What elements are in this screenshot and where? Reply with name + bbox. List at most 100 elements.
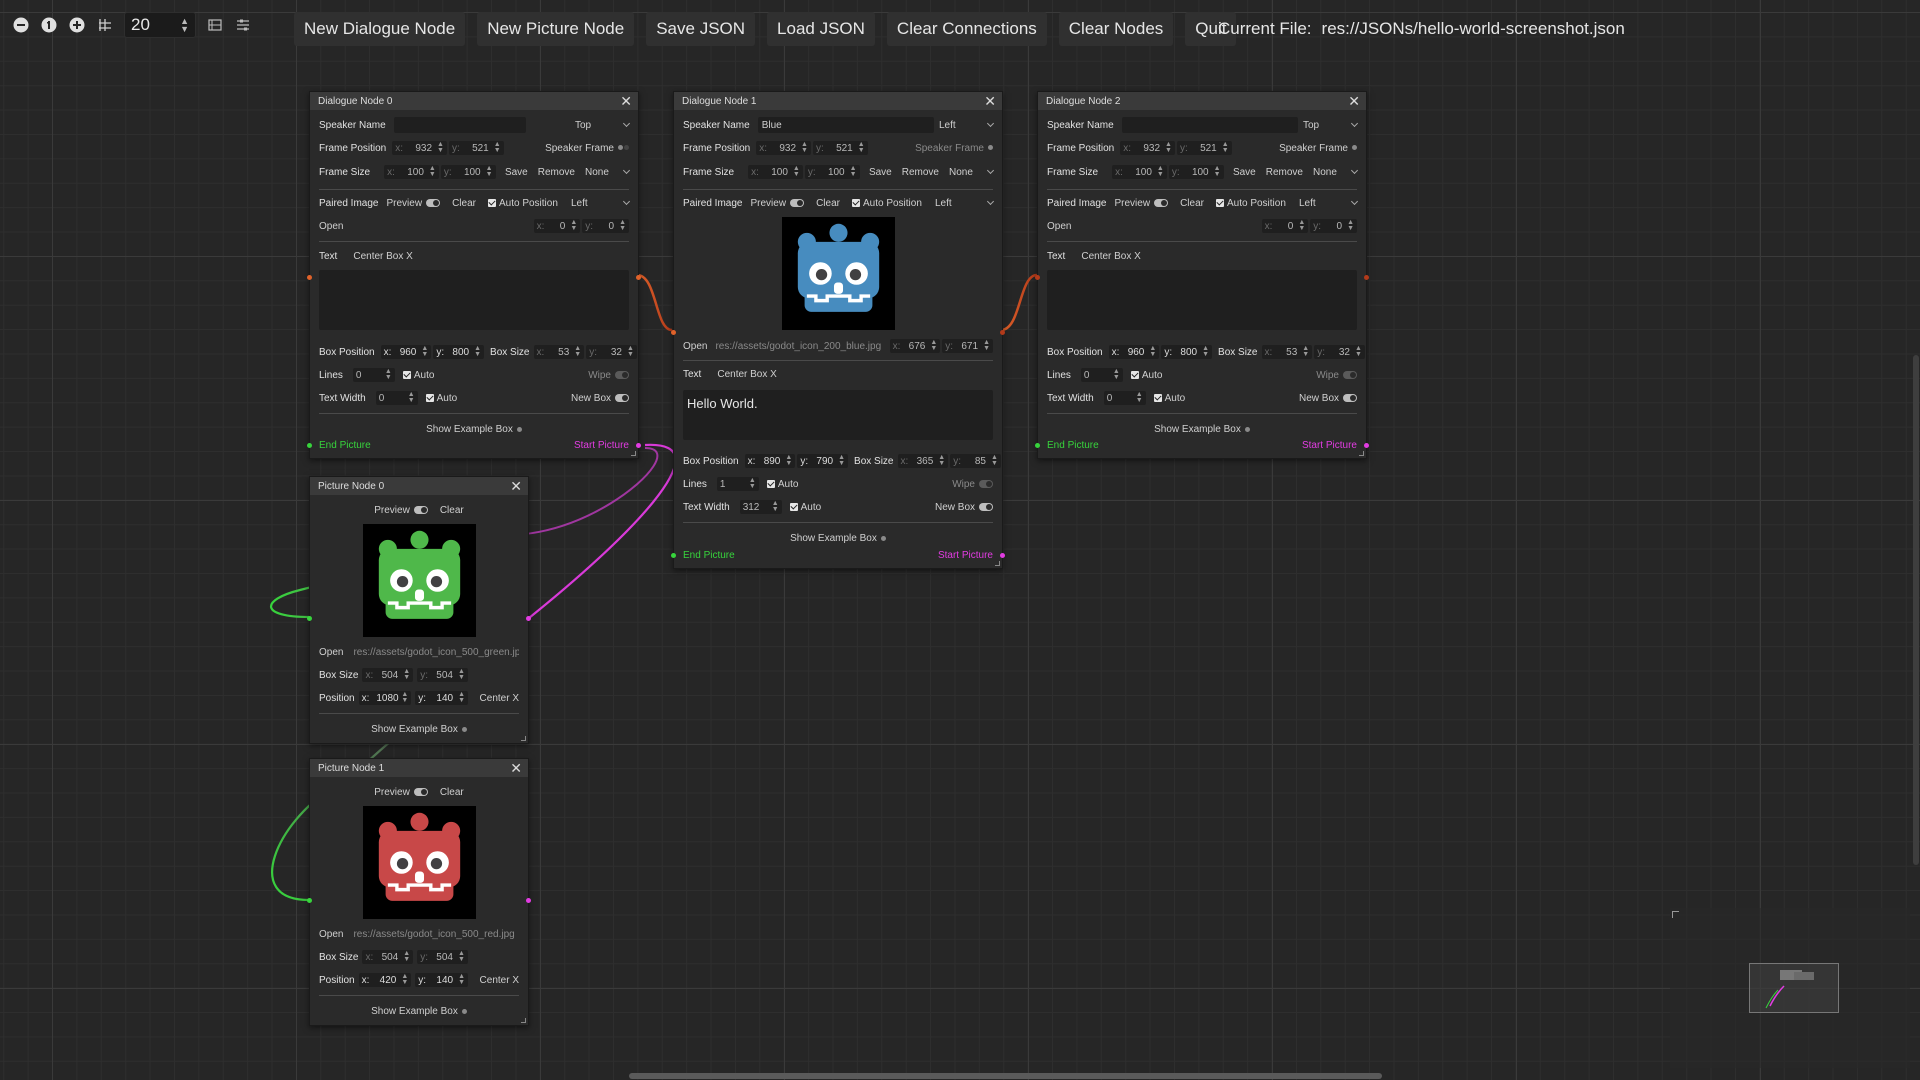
spin-arrows-icon[interactable]: ▲ ▼: [429, 165, 436, 178]
frame-w-spinbox[interactable]: x: 100 ▲ ▼: [748, 165, 803, 179]
text-width-spinbox[interactable]: 0 ▲ ▼: [375, 391, 418, 405]
spin-arrows-icon[interactable]: ▲ ▼: [930, 339, 937, 352]
spin-arrows-icon[interactable]: ▲ ▼: [408, 391, 415, 404]
frame-h-spinbox[interactable]: y: 100 ▲ ▼: [440, 165, 496, 179]
picture-input-port[interactable]: [307, 898, 312, 903]
frame-dropdown[interactable]: None: [1313, 167, 1359, 178]
frame-y-spinbox[interactable]: y: 521 ▲ ▼: [448, 141, 504, 155]
resize-handle[interactable]: [1359, 451, 1364, 456]
spin-arrows-icon[interactable]: ▲ ▼: [1222, 141, 1229, 154]
speaker-frame-toggle[interactable]: Speaker Frame: [545, 143, 629, 154]
spin-arrows-icon[interactable]: ▲ ▼: [858, 141, 865, 154]
center-box-x-toggle[interactable]: Center Box X: [1081, 251, 1140, 262]
picture-output-port[interactable]: [526, 898, 531, 903]
spin-arrows-icon[interactable]: ▲ ▼: [1149, 345, 1156, 358]
spin-arrows-icon[interactable]: ▲ ▼: [180, 17, 189, 34]
box-w-spinbox[interactable]: x: 53 ▲ ▼: [1261, 345, 1313, 359]
save-json-button[interactable]: Save JSON: [646, 12, 756, 46]
box-y-spinbox[interactable]: y: 790 ▲ ▼: [797, 454, 849, 468]
clear-connections-button[interactable]: Clear Connections: [886, 12, 1047, 46]
spin-arrows-icon[interactable]: ▲ ▼: [458, 668, 465, 681]
image-align-dropdown[interactable]: Left: [935, 198, 995, 209]
preview-toggle[interactable]: [426, 199, 441, 207]
spin-arrows-icon[interactable]: ▲ ▼: [385, 368, 392, 381]
start-picture-port[interactable]: [636, 443, 641, 448]
picture-node-0[interactable]: Picture Node 0 ✕ Preview Clear Open res:…: [307, 476, 531, 744]
text-width-auto-checkbox[interactable]: Auto: [1153, 393, 1185, 404]
frame-dropdown[interactable]: None: [585, 167, 631, 178]
text-width-spinbox[interactable]: 0 ▲ ▼: [1103, 391, 1146, 405]
open-image-button[interactable]: Open: [319, 221, 343, 232]
lines-spinbox[interactable]: 0 ▲ ▼: [1080, 368, 1123, 382]
pos-y-spinbox[interactable]: y: 140 ▲ ▼: [415, 691, 469, 705]
new-box-toggle[interactable]: [979, 503, 993, 511]
end-picture-port[interactable]: [307, 443, 312, 448]
start-picture-port[interactable]: [1364, 443, 1369, 448]
spin-arrows-icon[interactable]: ▲ ▼: [793, 165, 800, 178]
box-y-spinbox[interactable]: y: 800 ▲ ▼: [1161, 345, 1213, 359]
close-icon[interactable]: ✕: [620, 94, 632, 108]
frame-save-button[interactable]: Save: [1233, 167, 1256, 178]
spin-arrows-icon[interactable]: ▲ ▼: [772, 500, 779, 513]
auto-position-checkbox[interactable]: Auto Position: [1215, 198, 1286, 209]
speaker-side-dropdown[interactable]: Left: [939, 120, 995, 131]
wipe-toggle[interactable]: [1343, 371, 1357, 379]
center-box-x-toggle[interactable]: Center Box X: [353, 251, 412, 262]
start-picture-port[interactable]: [1000, 553, 1005, 558]
text-width-spinbox[interactable]: 312 ▲ ▼: [739, 500, 782, 514]
spin-arrows-icon[interactable]: ▲ ▼: [801, 141, 808, 154]
end-picture-port[interactable]: [1035, 443, 1040, 448]
lines-spinbox[interactable]: 0 ▲ ▼: [352, 368, 395, 382]
vertical-scrollbar[interactable]: [1913, 355, 1919, 865]
node-titlebar[interactable]: Picture Node 1 ✕: [310, 759, 528, 777]
frame-dropdown[interactable]: None: [949, 167, 995, 178]
spin-arrows-icon[interactable]: ▲ ▼: [838, 454, 845, 467]
open-image-button[interactable]: Open: [319, 647, 343, 658]
spin-arrows-icon[interactable]: ▲ ▼: [619, 219, 626, 232]
spin-arrows-icon[interactable]: ▲ ▼: [458, 950, 465, 963]
dialogue-input-port[interactable]: [307, 275, 312, 280]
text-width-auto-checkbox[interactable]: Auto: [789, 502, 821, 513]
new-picture-node-button[interactable]: New Picture Node: [477, 12, 635, 46]
dialogue-output-port[interactable]: [1000, 330, 1005, 335]
close-icon[interactable]: ✕: [1348, 94, 1360, 108]
snap-distance-input[interactable]: 20 ▲ ▼: [124, 12, 196, 38]
image-x-spinbox[interactable]: x: 0 ▲ ▼: [1261, 219, 1309, 233]
image-y-spinbox[interactable]: y: 671 ▲ ▼: [942, 339, 993, 353]
horizontal-scrollbar[interactable]: [629, 1073, 1382, 1079]
spin-arrows-icon[interactable]: ▲ ▼: [494, 141, 501, 154]
show-example-box-toggle[interactable]: Show Example Box: [319, 1003, 519, 1019]
dialogue-node-1[interactable]: Dialogue Node 1 ✕ Speaker Name Blue Left…: [671, 91, 1005, 569]
minimap-resize-icon[interactable]: [1672, 911, 1679, 918]
resize-handle[interactable]: [521, 736, 526, 741]
frame-h-spinbox[interactable]: y: 100 ▲ ▼: [1168, 165, 1224, 179]
spin-arrows-icon[interactable]: ▲ ▼: [403, 950, 410, 963]
box-w-spinbox[interactable]: x: 504 ▲ ▼: [362, 668, 414, 682]
spin-arrows-icon[interactable]: ▲ ▼: [991, 454, 998, 467]
speaker-side-dropdown[interactable]: Top: [575, 120, 631, 131]
dialogue-node-0[interactable]: Dialogue Node 0 ✕ Speaker Name Top Frame…: [307, 91, 641, 459]
dialogue-output-port[interactable]: [1364, 275, 1369, 280]
spin-arrows-icon[interactable]: ▲ ▼: [486, 165, 493, 178]
wipe-toggle[interactable]: [979, 480, 993, 488]
speaker-name-input[interactable]: [393, 117, 526, 133]
open-image-button[interactable]: Open: [319, 929, 343, 940]
box-h-spinbox[interactable]: y: 85 ▲ ▼: [950, 454, 1001, 468]
spin-arrows-icon[interactable]: ▲ ▼: [458, 973, 465, 986]
auto-position-checkbox[interactable]: Auto Position: [487, 198, 558, 209]
frame-x-spinbox[interactable]: x: 932 ▲ ▼: [1120, 141, 1175, 155]
spin-arrows-icon[interactable]: ▲ ▼: [1214, 165, 1221, 178]
picture-node-1[interactable]: Picture Node 1 ✕ Preview Clear Open res:…: [307, 758, 531, 1026]
end-picture-port[interactable]: [671, 553, 676, 558]
spin-arrows-icon[interactable]: ▲ ▼: [403, 668, 410, 681]
dialogue-input-port[interactable]: [671, 330, 676, 335]
spin-arrows-icon[interactable]: ▲ ▼: [437, 141, 444, 154]
spin-arrows-icon[interactable]: ▲ ▼: [421, 345, 428, 358]
clear-image-button[interactable]: Clear: [440, 787, 464, 798]
center-x-toggle[interactable]: Center X: [480, 975, 519, 986]
new-box-toggle[interactable]: [615, 394, 629, 402]
new-dialogue-node-button[interactable]: New Dialogue Node: [294, 12, 466, 46]
frame-w-spinbox[interactable]: x: 100 ▲ ▼: [384, 165, 439, 179]
box-y-spinbox[interactable]: y: 800 ▲ ▼: [433, 345, 485, 359]
open-image-button[interactable]: Open: [1047, 221, 1071, 232]
